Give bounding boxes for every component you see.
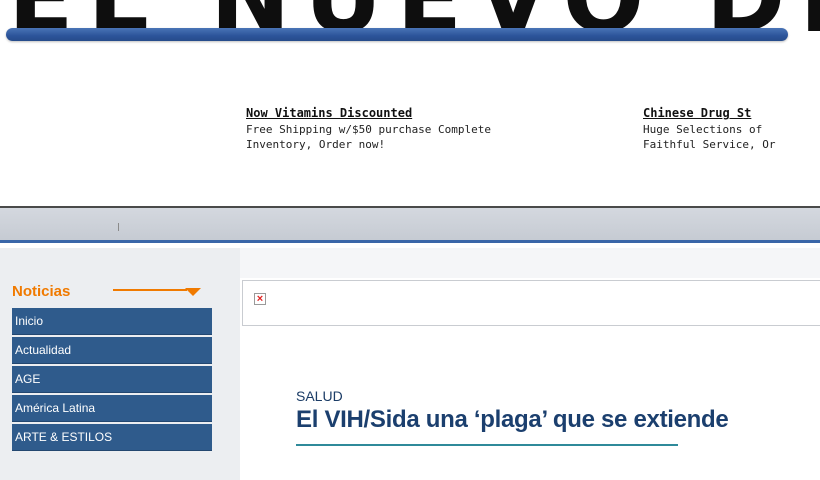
ad-text: Huge Selections of bbox=[643, 123, 763, 136]
sidebar-item-inicio[interactable]: Inicio bbox=[12, 308, 212, 335]
masthead: EL NUEVO DIARIO bbox=[0, 0, 820, 60]
sidebar-item-actualidad[interactable]: Actualidad bbox=[12, 337, 212, 364]
ad-title-link[interactable]: Now Vitamins Discounted bbox=[246, 106, 491, 121]
masthead-bar bbox=[6, 28, 788, 41]
nav-underline bbox=[0, 240, 820, 243]
masthead-logo[interactable]: EL NUEVO DIARIO bbox=[8, 0, 820, 54]
ad-text: Free Shipping w/$50 purchase Complete bbox=[246, 123, 492, 136]
sidebar-item-age[interactable]: AGE bbox=[12, 366, 212, 393]
ad-block: Now Vitamins Discounted Free Shipping w/… bbox=[246, 106, 491, 152]
sidebar-section-title[interactable]: Noticias bbox=[12, 283, 70, 303]
top-nav-bar bbox=[0, 206, 820, 242]
content-header bbox=[240, 248, 820, 278]
ad-block: Chinese Drug St Huge Selections of Faith… bbox=[643, 106, 775, 152]
broken-image-icon: × bbox=[254, 293, 266, 305]
ad-text: Inventory, Order now! bbox=[246, 138, 386, 151]
article-kicker: SALUD bbox=[296, 388, 343, 404]
headline-underline bbox=[296, 444, 678, 446]
sidebar-item-arte-estilos[interactable]: ARTE & ESTILOS bbox=[12, 424, 212, 451]
sidebar-item-america-latina[interactable]: América Latina bbox=[12, 395, 212, 422]
ad-title-link[interactable]: Chinese Drug St bbox=[643, 106, 775, 121]
banner-image-frame bbox=[242, 280, 820, 326]
nav-separator bbox=[118, 223, 119, 231]
ad-text: Faithful Service, Or bbox=[643, 138, 776, 151]
dropdown-arrow-icon[interactable] bbox=[113, 287, 207, 297]
sidebar-menu: Inicio Actualidad AGE América Latina ART… bbox=[12, 308, 212, 453]
article-headline[interactable]: El VIH/Sida una ‘plaga’ que se extiende bbox=[296, 406, 729, 434]
